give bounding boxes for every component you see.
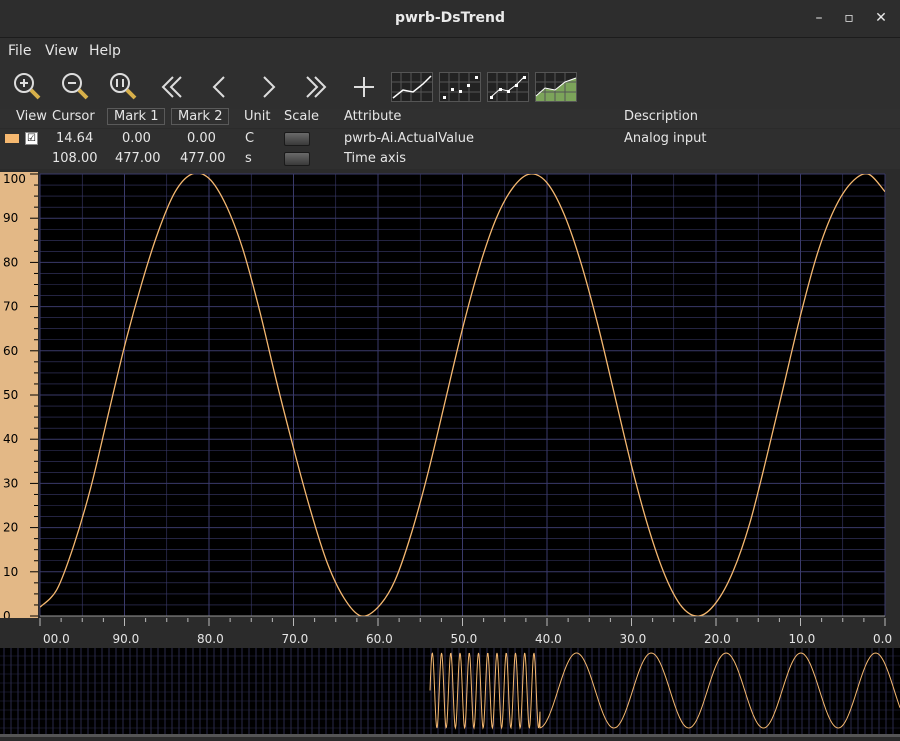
toolbar [0, 64, 900, 110]
title-bar: pwrb-DsTrend – ▫ ✕ [0, 0, 900, 38]
trend-graph[interactable]: 100 90 80 70 60 50 40 30 20 10 0 00.0 90.0 80.0 70.0 60… [0, 172, 900, 648]
grid [39, 173, 886, 617]
cursor-value: 14.64 [56, 131, 94, 146]
col-view: View [16, 109, 47, 124]
trend-chart[interactable]: 100908070605040302010000.0 90.0 80.0 70.0 60… [0, 172, 900, 648]
cursor-value: 108.00 [52, 151, 98, 166]
trace-color-swatch[interactable] [5, 134, 19, 143]
mark2-value: 0.00 [187, 131, 216, 146]
menu-bar: File View Help [0, 38, 900, 64]
time-axis-row: 108.00 477.00 477.00 s Time axis [0, 149, 900, 169]
description-value: Analog input [624, 131, 707, 146]
page-right-icon[interactable] [294, 69, 338, 105]
x-tick-label: 40.0 [535, 632, 562, 646]
zoom-in-icon[interactable] [6, 69, 50, 105]
unit-value: C [245, 131, 255, 146]
scroll-left-icon[interactable] [198, 69, 242, 105]
x-tick-label: 30.0 [620, 632, 647, 646]
trend-row: ☑ 14.64 0.00 0.00 C pwrb-Ai.ActualValue … [0, 129, 900, 149]
zoom-reset-icon[interactable] [102, 69, 146, 105]
x-tick-label: 70.0 [282, 632, 309, 646]
attribute-value: pwrb-Ai.ActualValue [344, 131, 474, 146]
x-tick-label: 0.0 [873, 632, 892, 646]
trend-table-header: View Cursor Mark 1 Mark 2 Unit Scale Att… [0, 108, 900, 128]
y-tick-label: 20 [3, 521, 18, 535]
navigator-chart[interactable] [0, 648, 900, 737]
x-tick-label: 50.0 [451, 632, 478, 646]
x-tick-label: 10.0 [789, 632, 816, 646]
unit-value: s [245, 151, 252, 166]
view-checkbox[interactable]: ☑ [25, 132, 38, 145]
y-tick-label: 100 [3, 172, 26, 186]
mark1-value: 477.00 [115, 151, 161, 166]
y-tick-label: 30 [3, 476, 18, 490]
menu-view[interactable]: View [45, 43, 78, 59]
y-tick-label: 70 [3, 300, 18, 314]
area-chart-icon[interactable] [534, 69, 578, 105]
y-tick-label: 40 [3, 432, 18, 446]
x-tick-label: 80.0 [197, 632, 224, 646]
menu-help[interactable]: Help [89, 43, 121, 59]
col-mark2[interactable]: Mark 2 [171, 108, 230, 125]
attribute-value: Time axis [344, 151, 406, 166]
close-icon[interactable]: ✕ [872, 9, 890, 27]
col-attribute: Attribute [344, 109, 402, 124]
dot-chart-icon[interactable] [438, 69, 482, 105]
zoom-out-icon[interactable] [54, 69, 98, 105]
x-tick-label: 20.0 [704, 632, 731, 646]
line-chart-icon[interactable] [390, 69, 434, 105]
col-cursor: Cursor [52, 109, 95, 124]
scale-button[interactable] [284, 152, 310, 166]
x-tick-label: 90.0 [113, 632, 140, 646]
menu-file[interactable]: File [8, 43, 31, 59]
window-title: pwrb-DsTrend [394, 10, 506, 26]
mark2-value: 477.00 [180, 151, 226, 166]
col-description: Description [624, 109, 699, 124]
mark1-value: 0.00 [122, 131, 151, 146]
x-tick-label: 00.0 [43, 632, 70, 646]
y-tick-label: 10 [3, 565, 18, 579]
scale-button[interactable] [284, 132, 310, 146]
x-tick-label: 60.0 [366, 632, 393, 646]
y-tick-label: 80 [3, 255, 18, 269]
col-unit: Unit [244, 109, 271, 124]
y-tick-label: 90 [3, 211, 18, 225]
add-icon[interactable] [342, 69, 386, 105]
y-tick-label: 60 [3, 344, 18, 358]
page-left-icon[interactable] [150, 69, 194, 105]
y-tick-label: 50 [3, 388, 18, 402]
col-mark1[interactable]: Mark 1 [107, 108, 166, 125]
minimize-icon[interactable]: – [810, 9, 828, 27]
line-dot-chart-icon[interactable] [486, 69, 530, 105]
navigator-strip[interactable] [0, 648, 900, 737]
scroll-right-icon[interactable] [246, 69, 290, 105]
maximize-icon[interactable]: ▫ [840, 9, 858, 27]
col-scale: Scale [284, 109, 319, 124]
